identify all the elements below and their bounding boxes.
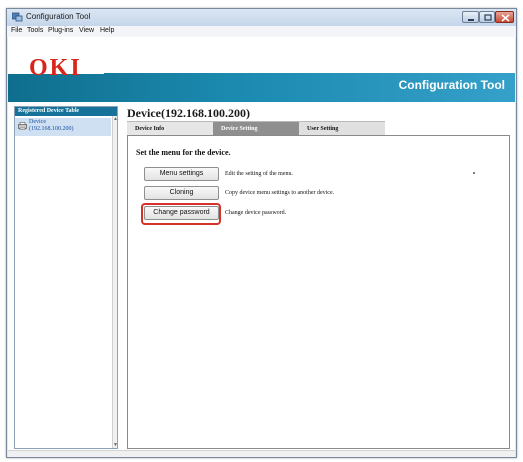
tab-device-info[interactable]: Device Info bbox=[127, 121, 213, 135]
cloning-description: Copy device menu settings to another dev… bbox=[225, 190, 335, 196]
device-list-item[interactable]: Device (192.168.100.200) bbox=[15, 118, 111, 136]
app-window: Configuration Tool File Tools Plug-ins V… bbox=[6, 8, 517, 458]
tab-user-setting[interactable]: User Setting bbox=[299, 121, 385, 135]
section-title: Set the menu for the device. bbox=[136, 148, 231, 157]
printer-icon bbox=[18, 122, 27, 130]
client-area: OKI Configuration Tool Registered Device… bbox=[8, 37, 515, 457]
cloning-button[interactable]: Cloning bbox=[144, 186, 219, 200]
menu-bar: File Tools Plug-ins View Help bbox=[7, 26, 516, 37]
minimize-icon bbox=[468, 19, 474, 21]
device-heading: Device(192.168.100.200) bbox=[127, 106, 250, 120]
scroll-down-icon[interactable]: ▼ bbox=[113, 442, 118, 448]
maximize-button[interactable] bbox=[479, 11, 495, 23]
maximize-icon bbox=[484, 14, 492, 21]
app-window-icon bbox=[12, 12, 23, 22]
close-button[interactable] bbox=[495, 11, 514, 23]
minimize-button[interactable] bbox=[462, 11, 479, 23]
menu-file[interactable]: File bbox=[11, 27, 22, 34]
menu-settings-description: Edit the setting of the menu. bbox=[225, 171, 293, 177]
sidebar-scrollbar[interactable]: ▲ ▼ bbox=[112, 116, 118, 448]
settings-panel: Set the menu for the device. Menu settin… bbox=[127, 135, 510, 449]
device-setting-pane: Device(192.168.100.200) Device Info Devi… bbox=[121, 106, 510, 449]
tab-device-setting[interactable]: Device Setting bbox=[213, 121, 299, 135]
device-address: (192.168.100.200) bbox=[29, 126, 74, 132]
device-table-header: Registered Device Table bbox=[15, 107, 117, 116]
menu-plugins[interactable]: Plug-ins bbox=[48, 27, 73, 34]
change-password-description: Change device password. bbox=[225, 210, 287, 216]
brand-header: OKI Configuration Tool bbox=[8, 37, 515, 103]
window-title: Configuration Tool bbox=[26, 12, 91, 21]
status-bar bbox=[8, 450, 515, 457]
menu-view[interactable]: View bbox=[79, 27, 94, 34]
oki-logo: OKI bbox=[29, 55, 82, 81]
menu-settings-button[interactable]: Menu settings bbox=[144, 167, 219, 181]
scroll-up-icon[interactable]: ▲ bbox=[113, 116, 118, 122]
change-password-button[interactable]: Change password bbox=[144, 206, 219, 220]
menu-tools[interactable]: Tools bbox=[27, 27, 43, 34]
stray-dot bbox=[473, 172, 475, 174]
app-title: Configuration Tool bbox=[398, 78, 505, 92]
device-name: Device bbox=[29, 119, 46, 125]
close-icon bbox=[501, 14, 510, 22]
menu-help[interactable]: Help bbox=[100, 27, 114, 34]
title-bar[interactable]: Configuration Tool bbox=[7, 9, 516, 26]
device-table-pane: Registered Device Table Device (192.168.… bbox=[14, 106, 118, 449]
